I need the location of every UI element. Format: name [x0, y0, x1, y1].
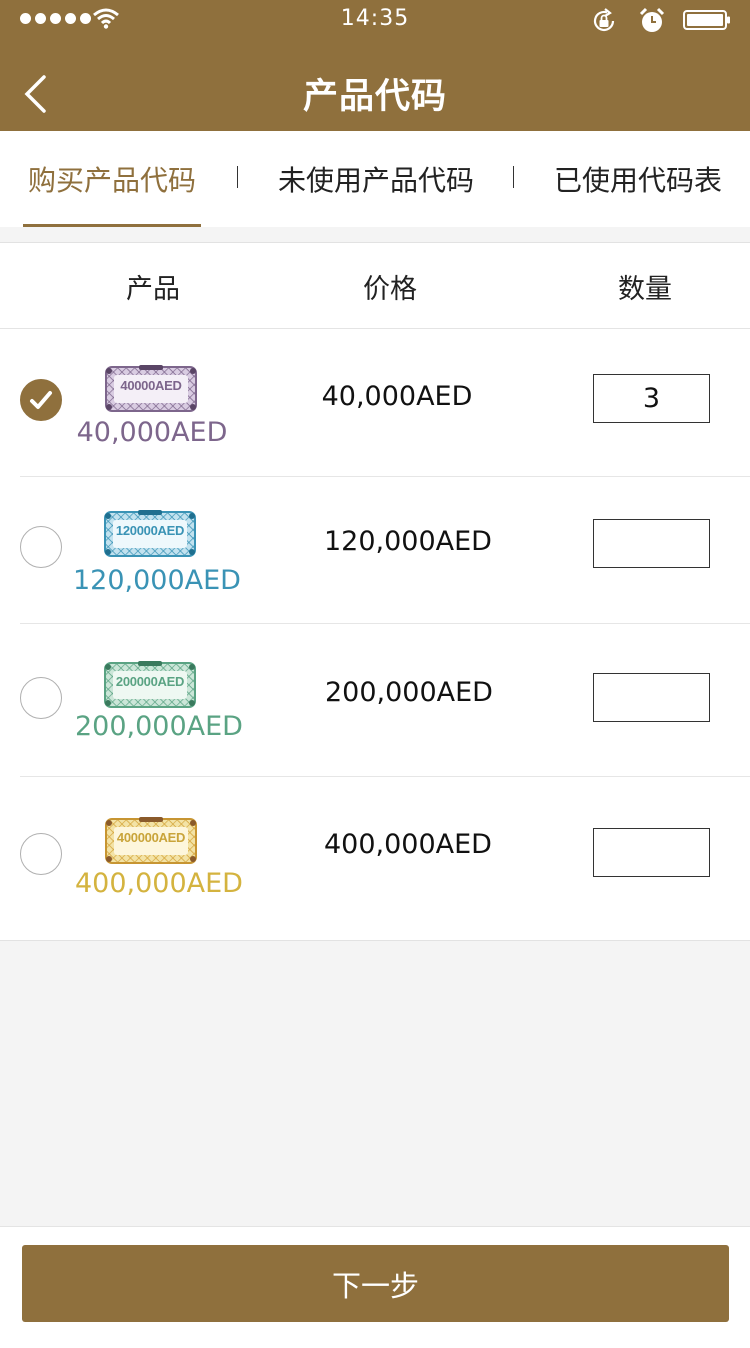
tab-bar: 购买产品代码 未使用产品代码 已使用代码表 [0, 131, 750, 227]
product-ticket-image: 400000AED [105, 815, 197, 865]
product-amount: 40,000AED [76, 417, 228, 448]
product-amount: 200,000AED [75, 711, 243, 742]
status-bar: 14:35 [0, 0, 750, 40]
product-price: 120,000AED [324, 526, 492, 557]
ticket-label: 40000AED [120, 378, 182, 393]
app-header: 14:35 产品代码 [0, 0, 750, 131]
tab-buy-product-code[interactable]: 购买产品代码 [20, 131, 204, 227]
ticket-label: 400000AED [116, 830, 186, 845]
tab-divider [513, 166, 514, 188]
next-step-button[interactable]: 下一步 [22, 1245, 729, 1322]
ticket-label: 120000AED [115, 523, 185, 538]
table-header: 产品 价格 数量 [0, 243, 750, 329]
product-ticket-image: 200000AED [104, 659, 196, 709]
alarm-icon [639, 7, 665, 32]
quantity-input[interactable] [593, 673, 710, 722]
battery-icon [683, 10, 730, 30]
row-select-radio[interactable] [20, 526, 62, 568]
table-row: 200000AED 200,000AED 200,000AED [0, 624, 750, 777]
product-table: 产品 价格 数量 40000AED 40,000AED 40,000AED 3 … [0, 242, 750, 941]
product-amount: 400,000AED [75, 868, 243, 899]
active-tab-indicator [23, 224, 201, 227]
quantity-input[interactable] [593, 374, 710, 423]
status-time: 14:35 [340, 6, 410, 31]
ticket-label: 200000AED [115, 674, 185, 689]
product-ticket-image: 120000AED [104, 508, 196, 558]
column-header-price: 价格 [363, 273, 417, 305]
quantity-input[interactable] [593, 519, 710, 568]
product-price: 200,000AED [325, 677, 493, 708]
product-price: 400,000AED [324, 829, 492, 860]
column-header-product: 产品 [126, 273, 180, 305]
product-amount: 120,000AED [73, 565, 241, 596]
table-row: 40000AED 40,000AED 40,000AED [0, 329, 750, 477]
tab-divider [237, 166, 238, 188]
column-header-quantity: 数量 [618, 273, 672, 305]
tab-unused-product-code[interactable]: 未使用产品代码 [264, 131, 488, 227]
row-select-radio[interactable] [20, 379, 62, 421]
table-row: 120000AED 120,000AED 120,000AED [0, 477, 750, 624]
table-row: 400000AED 400,000AED 400,000AED [0, 777, 750, 942]
product-ticket-image: 40000AED [105, 363, 197, 413]
footer-bar: 下一步 [0, 1226, 750, 1348]
checkmark-icon [30, 391, 52, 409]
quantity-input[interactable] [593, 828, 710, 877]
product-price: 40,000AED [321, 381, 473, 412]
rotation-lock-icon [593, 8, 615, 32]
tab-used-code-list[interactable]: 已使用代码表 [540, 131, 736, 227]
page-title: 产品代码 [302, 77, 447, 117]
